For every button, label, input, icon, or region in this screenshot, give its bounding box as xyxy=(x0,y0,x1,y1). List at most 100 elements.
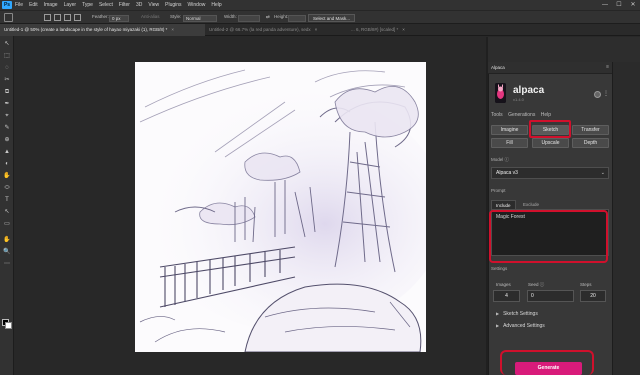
blur-tool-icon[interactable]: ✋ xyxy=(3,172,11,180)
steps-label: Steps xyxy=(580,282,592,287)
tab-untitled-2[interactable]: Untitled-2 @ 66.7% (la red panda adventu… xyxy=(205,24,347,36)
maximize-icon[interactable]: ☐ xyxy=(612,0,626,10)
frame-tool-icon[interactable]: ⧉ xyxy=(3,88,11,96)
style-select[interactable]: Normal xyxy=(183,14,217,22)
brush-tool-icon[interactable]: ✎ xyxy=(3,124,11,132)
close-icon[interactable]: × xyxy=(402,27,405,32)
gradient-tool-icon[interactable]: ◐ xyxy=(3,160,11,168)
move-tool-icon[interactable]: ↖ xyxy=(3,40,11,48)
mode-upscale-button[interactable]: Upscale xyxy=(532,138,569,148)
images-input[interactable]: 4 xyxy=(493,290,520,302)
background-color-swatch[interactable] xyxy=(5,322,12,329)
expand-triangle-icon: ▶ xyxy=(496,311,500,316)
mode-imagine-button[interactable]: Imagine xyxy=(491,125,528,135)
settings-label: Settings xyxy=(491,266,508,271)
tools-panel: ↖ ⬚ ◌ ✂ ⧉ ✒ ⌖ ✎ ⊕ ▲ ◐ ✋ ⬭ T ↖ ▭ ✋ 🔍 ⋯ xyxy=(0,36,14,375)
close-icon[interactable]: × xyxy=(315,27,318,32)
more-tools-icon[interactable]: ⋯ xyxy=(3,260,11,268)
tab-label: Untitled-1 @ 50% (create a landscape in … xyxy=(4,27,168,32)
close-icon[interactable]: × xyxy=(171,27,174,32)
expander-label: Advanced Settings xyxy=(503,323,545,329)
tab-untitled-1[interactable]: Untitled-1 @ 50% (create a landscape in … xyxy=(0,24,205,36)
seed-input[interactable]: 0 xyxy=(527,290,574,302)
menu-help[interactable]: Help xyxy=(211,2,221,8)
menu-type[interactable]: Type xyxy=(82,2,93,8)
alpaca-logo xyxy=(495,83,506,103)
crop-tool-icon[interactable]: ✂ xyxy=(3,76,11,84)
alpaca-panel-header: Alpaca ≡ xyxy=(488,62,612,74)
menu-bar: Ps File Edit Image Layer Type Select Fil… xyxy=(0,0,640,10)
new-selection-icon[interactable] xyxy=(44,14,51,21)
user-avatar[interactable] xyxy=(594,91,601,98)
select-and-mask-button[interactable]: Select and Mask... xyxy=(308,14,356,22)
tab-third-document[interactable]: ... 6, RGB/8#) [scaled] * × xyxy=(347,24,447,36)
shape-tool-icon[interactable]: ▭ xyxy=(3,220,11,228)
brand-name: alpaca xyxy=(513,85,545,96)
photoshop-window: Ps File Edit Image Layer Type Select Fil… xyxy=(0,0,640,375)
healing-tool-icon[interactable]: ⌖ xyxy=(3,112,11,120)
document-tabs: Untitled-1 @ 50% (create a landscape in … xyxy=(0,24,640,36)
feather-label: Feather: xyxy=(92,14,109,19)
options-bar: Feather: 0 px Anti-alias Style: Normal W… xyxy=(0,10,640,24)
style-label: Style: xyxy=(170,14,182,19)
swap-icon[interactable]: ⇄ xyxy=(266,14,270,20)
expand-triangle-icon: ▶ xyxy=(496,323,500,328)
minimize-icon[interactable]: — xyxy=(598,0,612,10)
width-input[interactable] xyxy=(238,14,260,22)
panel-links: Tools Generations Help xyxy=(491,112,555,118)
anti-alias-checkbox[interactable]: Anti-alias xyxy=(141,14,160,19)
photoshop-logo: Ps xyxy=(2,1,12,9)
menu-file[interactable]: File xyxy=(15,2,23,8)
menu-plugins[interactable]: Plugins xyxy=(165,2,181,8)
panel-menu-icon[interactable]: ≡ xyxy=(606,64,609,70)
menu-view[interactable]: View xyxy=(148,2,159,8)
menu-layer[interactable]: Layer xyxy=(64,2,77,8)
zoom-tool-icon[interactable]: 🔍 xyxy=(3,248,11,256)
link-help[interactable]: Help xyxy=(541,112,551,118)
hand-tool-icon[interactable]: ✋ xyxy=(3,236,11,244)
close-window-icon[interactable]: ✕ xyxy=(626,0,640,10)
model-label: Model ⓘ xyxy=(491,157,510,162)
intersect-selection-icon[interactable] xyxy=(74,14,81,21)
sketch-canvas[interactable] xyxy=(135,62,426,352)
eyedropper-tool-icon[interactable]: ✒ xyxy=(3,100,11,108)
tab-exclude[interactable]: Exclude xyxy=(519,200,543,209)
advanced-settings-expander[interactable]: ▶ Advanced Settings xyxy=(496,323,545,329)
height-input[interactable] xyxy=(288,14,306,22)
height-label: Height: xyxy=(274,14,289,19)
generate-highlight-annotation xyxy=(500,350,594,375)
mode-transfer-button[interactable]: Transfer xyxy=(572,125,609,135)
subtract-selection-icon[interactable] xyxy=(64,14,71,21)
link-generations[interactable]: Generations xyxy=(508,112,535,118)
menu-window[interactable]: Window xyxy=(188,2,206,8)
panel-dock-header xyxy=(488,37,640,62)
add-selection-icon[interactable] xyxy=(54,14,61,21)
model-select[interactable]: Alpaca v3 ⌄ xyxy=(491,167,609,179)
dodge-tool-icon[interactable]: ⬭ xyxy=(3,184,11,192)
history-brush-icon[interactable]: ▲ xyxy=(3,148,11,156)
mode-depth-button[interactable]: Depth xyxy=(572,138,609,148)
mode-fill-button[interactable]: Fill xyxy=(491,138,528,148)
menu-edit[interactable]: Edit xyxy=(29,2,38,8)
feather-input[interactable]: 0 px xyxy=(109,14,129,22)
tab-label: ... 6, RGB/8#) [scaled] * xyxy=(351,27,399,32)
menu-filter[interactable]: Filter xyxy=(119,2,130,8)
seed-label: Seed ⓘ xyxy=(528,282,545,287)
marquee-tool-icon[interactable]: ⬚ xyxy=(3,52,11,60)
menu-image[interactable]: Image xyxy=(44,2,58,8)
more-options-icon[interactable]: ⋮ xyxy=(603,90,609,97)
menu-select[interactable]: Select xyxy=(99,2,113,8)
path-selection-icon[interactable]: ↖ xyxy=(3,208,11,216)
prompt-label: Prompt xyxy=(491,188,506,193)
tab-include[interactable]: Include xyxy=(491,200,516,209)
steps-input[interactable]: 20 xyxy=(580,290,606,302)
type-tool-icon[interactable]: T xyxy=(3,196,11,204)
stamp-tool-icon[interactable]: ⊕ xyxy=(3,136,11,144)
sketch-settings-expander[interactable]: ▶ Sketch Settings xyxy=(496,311,538,317)
lasso-tool-icon[interactable]: ◌ xyxy=(3,64,11,72)
menu-3d[interactable]: 3D xyxy=(136,2,142,8)
images-label: Images xyxy=(496,282,511,287)
marquee-tool-icon[interactable] xyxy=(4,13,13,22)
link-tools[interactable]: Tools xyxy=(491,112,503,118)
model-value: Alpaca v3 xyxy=(496,170,518,176)
